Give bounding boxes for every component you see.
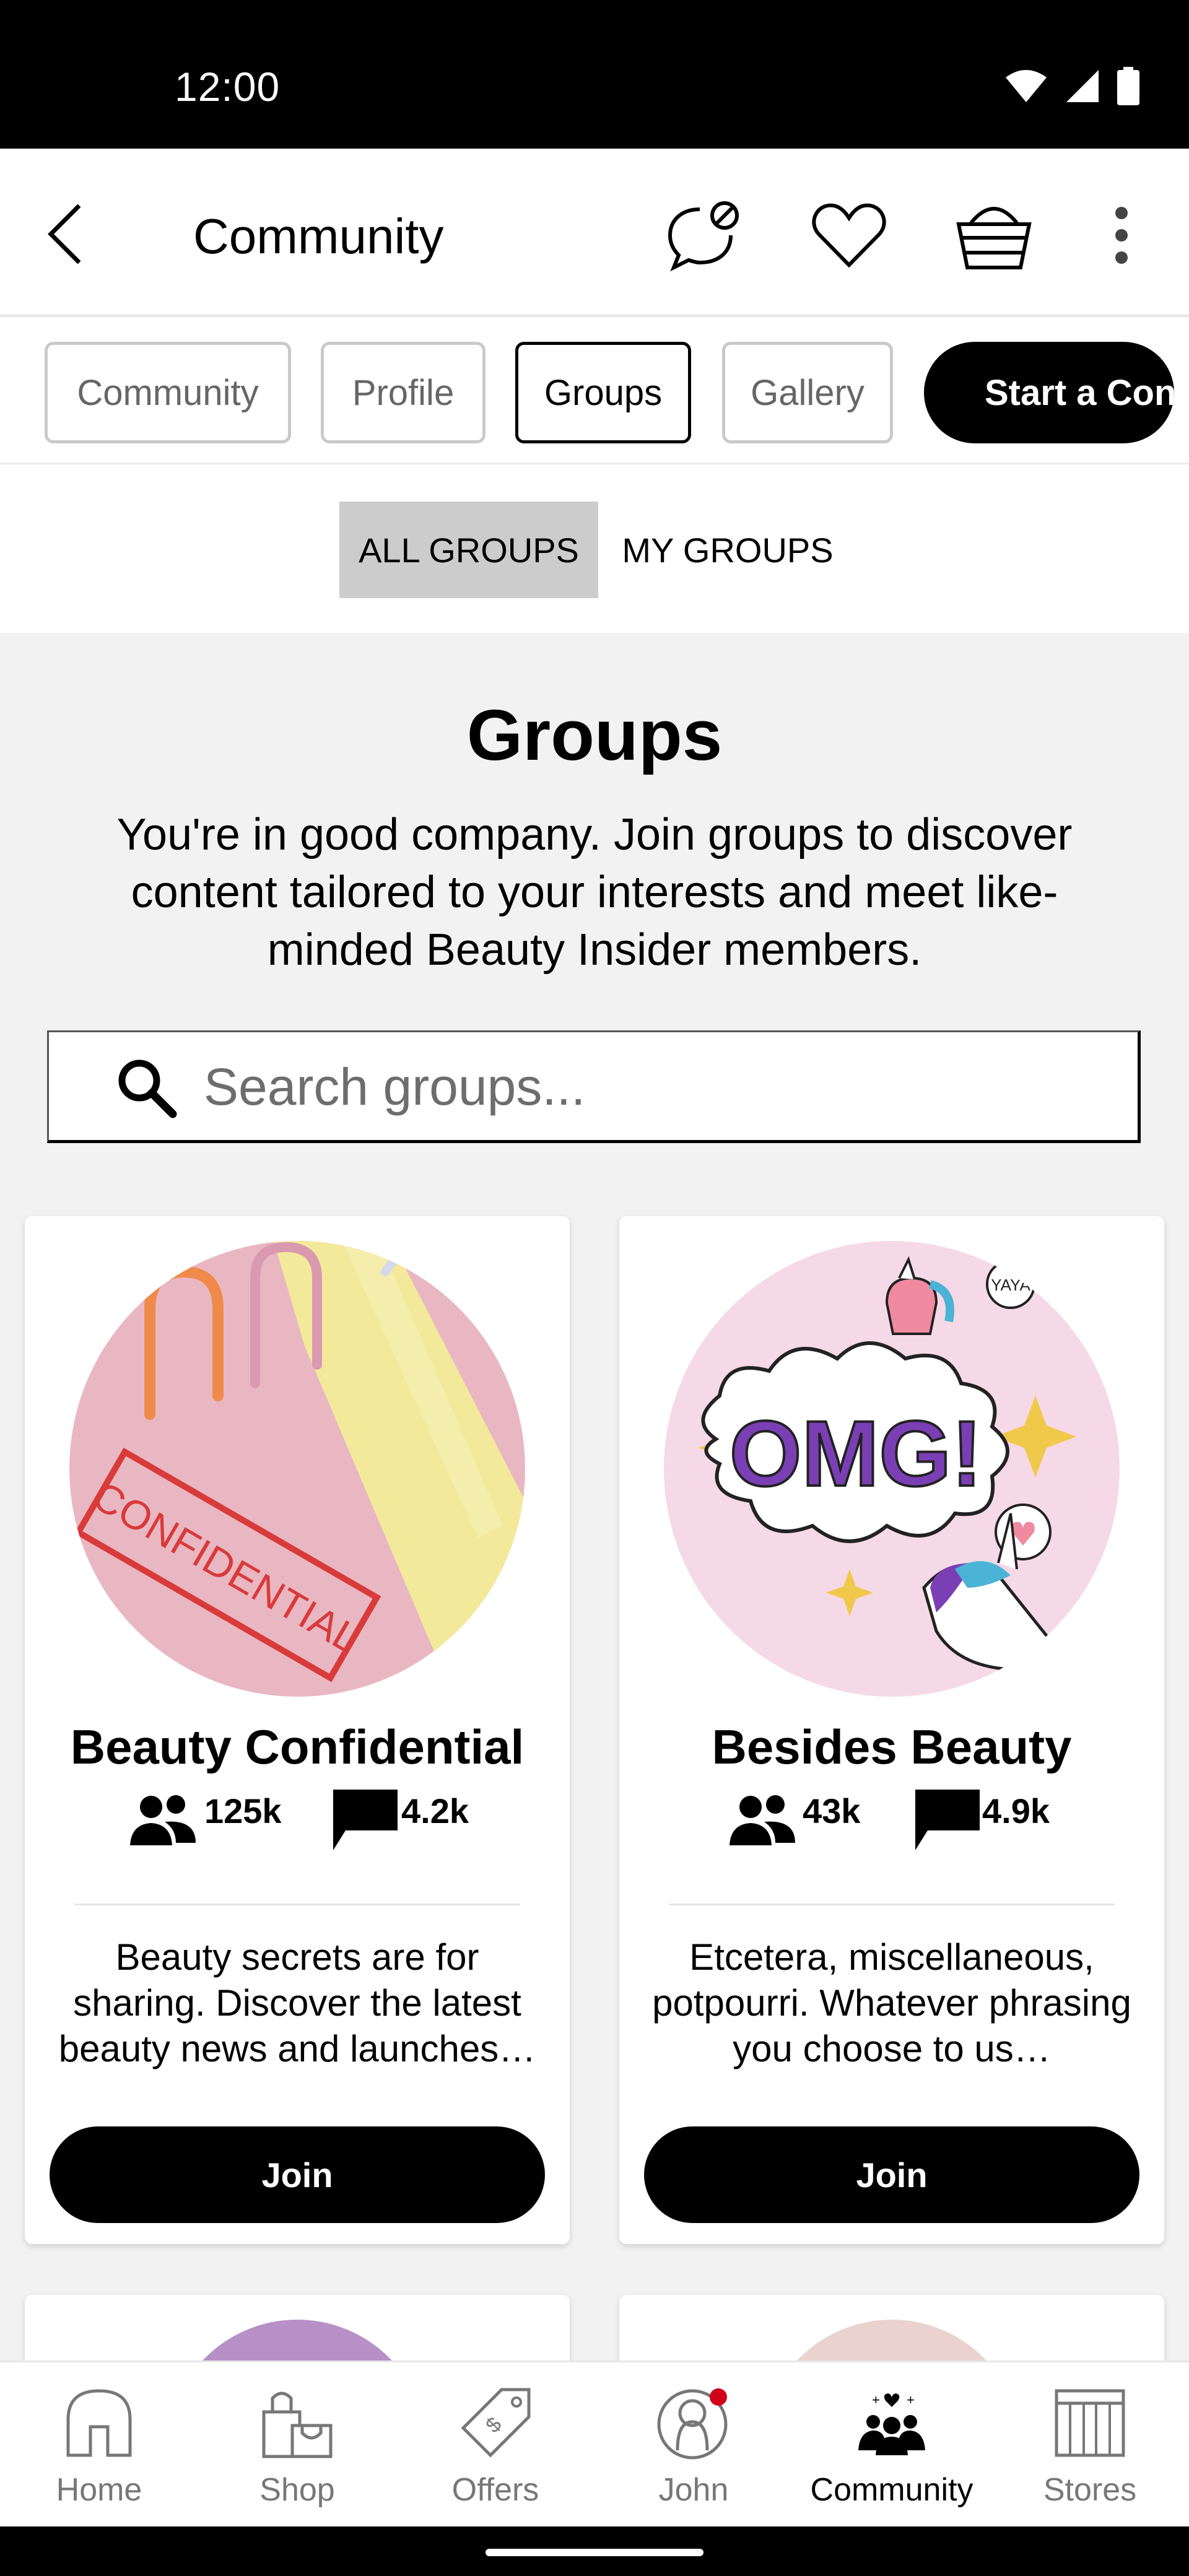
svg-text:$: $: [481, 2413, 506, 2437]
bottom-navigation: Home Shop $ Offers John + + Community St…: [0, 2361, 1189, 2526]
groups-description: You're in good company. Join groups to d…: [116, 810, 1073, 975]
gesture-bar: [0, 2526, 1189, 2576]
more-options-button[interactable]: [1087, 198, 1156, 272]
store-icon: [1055, 2389, 1125, 2457]
community-tabs: Community Profile Groups Gallery Start a…: [0, 317, 1189, 464]
search-icon: [118, 1060, 177, 1118]
svg-text:+: +: [907, 2392, 915, 2408]
chevron-left-icon: [48, 204, 81, 264]
nav-label: Stores: [1043, 2472, 1137, 2508]
home-icon: [66, 2389, 132, 2457]
chat-bubble-icon: [668, 201, 739, 272]
more-vertical-icon: [1115, 207, 1128, 264]
back-button[interactable]: [37, 202, 99, 264]
offers-tag-icon: $: [461, 2388, 531, 2458]
join-button[interactable]: Join: [644, 2126, 1139, 2223]
posts-count: 4.2k: [401, 1791, 469, 1830]
group-image: OMG! YAYA: [664, 1241, 1120, 1697]
join-button[interactable]: Join: [50, 2126, 545, 2223]
groups-filter: ALL GROUPS MY GROUPS: [0, 464, 1189, 633]
group-card-beauty-confidential[interactable]: CONFIDENTIAL Beauty Confidential 125k 4.…: [25, 1216, 570, 2244]
comments-icon: [915, 1790, 980, 1850]
home-indicator[interactable]: [486, 2549, 703, 2556]
community-icon: + +: [858, 2392, 925, 2455]
group-name: Beauty Confidential: [70, 1720, 525, 1774]
all-groups-toggle[interactable]: ALL GROUPS: [339, 502, 598, 598]
members-icon: [130, 1795, 196, 1845]
shop-bag-icon: [262, 2391, 333, 2458]
comments-icon: [333, 1790, 398, 1850]
nav-label: Shop: [259, 2472, 335, 2508]
page-title: Community: [193, 209, 444, 264]
notification-dot: [710, 2388, 727, 2406]
nav-home[interactable]: Home: [0, 2362, 198, 2528]
nav-label: Community: [810, 2472, 973, 2508]
signal-icon: [1066, 70, 1099, 102]
search-box: [47, 1030, 1141, 1143]
image-bubble-label: YAYA: [991, 1276, 1030, 1294]
search-input[interactable]: [204, 1032, 1120, 1141]
posts-count: 4.9k: [982, 1791, 1050, 1830]
group-card-besides-beauty[interactable]: OMG! YAYA Besides Beauty 43k 4.9k Etcete…: [619, 1216, 1164, 2244]
start-conversation-button[interactable]: Start a Conv: [924, 342, 1174, 443]
divider: [669, 1904, 1115, 1905]
tab-community[interactable]: Community: [45, 342, 291, 443]
nav-label: Offers: [451, 2472, 539, 2508]
group-description: Etcetera, miscellaneous, potpourri. What…: [652, 1936, 1131, 2069]
tab-gallery[interactable]: Gallery: [722, 342, 893, 443]
basket-icon: [956, 207, 1032, 269]
loves-button[interactable]: [809, 198, 889, 272]
wifi-icon: [1006, 70, 1047, 102]
svg-text:+: +: [872, 2392, 880, 2408]
tab-groups[interactable]: Groups: [515, 342, 691, 443]
nav-profile[interactable]: John: [594, 2362, 793, 2528]
heart-icon: [812, 203, 886, 268]
group-description: Beauty secrets are for sharing. Discover…: [58, 1936, 536, 2069]
status-bar: 12:00: [0, 0, 1189, 149]
members-icon: [730, 1795, 795, 1845]
basket-button[interactable]: [954, 198, 1034, 272]
my-groups-toggle[interactable]: MY GROUPS: [607, 502, 848, 598]
group-image: CONFIDENTIAL: [69, 1241, 525, 1697]
divider: [74, 1904, 520, 1905]
status-icons: [1004, 67, 1139, 105]
nav-stores[interactable]: Stores: [991, 2362, 1189, 2528]
groups-heading: Groups: [466, 695, 723, 775]
nav-shop[interactable]: Shop: [198, 2362, 396, 2528]
group-name: Besides Beauty: [712, 1720, 1072, 1774]
messages-button[interactable]: [663, 198, 743, 272]
nav-offers[interactable]: $ Offers: [396, 2362, 594, 2528]
status-time: 12:00: [175, 64, 281, 110]
app-bar: Community: [0, 149, 1189, 317]
tab-profile[interactable]: Profile: [321, 342, 486, 443]
image-label: OMG!: [730, 1401, 982, 1505]
nav-label: John: [658, 2472, 729, 2508]
nav-label: Home: [56, 2472, 142, 2508]
profile-icon: [657, 2388, 728, 2460]
nav-community[interactable]: + + Community: [793, 2362, 991, 2528]
members-count: 43k: [803, 1791, 861, 1830]
battery-icon: [1117, 67, 1139, 105]
group-stats: 43k 4.9k: [619, 1786, 1164, 1854]
members-count: 125k: [204, 1791, 282, 1830]
group-stats: 125k 4.2k: [25, 1786, 570, 1854]
